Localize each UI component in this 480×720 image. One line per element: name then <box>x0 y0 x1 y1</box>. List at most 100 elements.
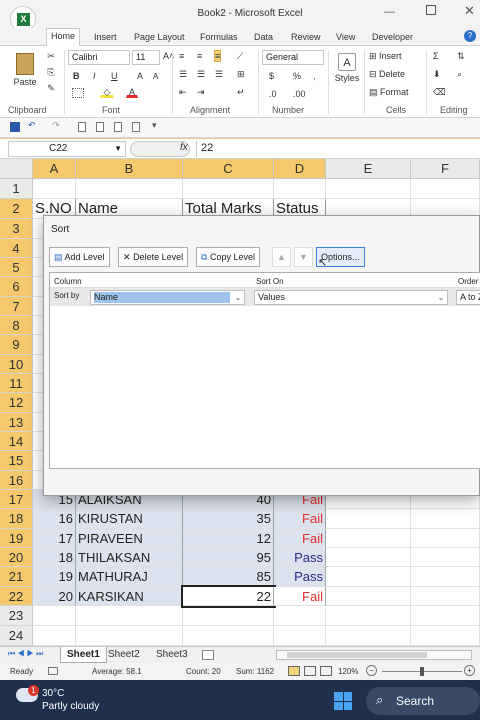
copy-icon[interactable]: ⎘ <box>44 66 58 80</box>
select-all-corner[interactable] <box>0 159 33 179</box>
font-color-icon[interactable]: A <box>126 86 138 98</box>
grid-cell[interactable] <box>33 606 76 626</box>
tab-data[interactable]: Data <box>250 30 277 44</box>
zoom-slider[interactable] <box>382 667 462 676</box>
delete-level-button[interactable]: ✕ Delete Level <box>118 247 189 267</box>
taskbar-search[interactable]: ⌕ Search <box>366 687 480 715</box>
cell-sno[interactable]: 19 <box>33 567 76 587</box>
cell-marks[interactable]: 85 <box>183 567 274 587</box>
sheet-tab-1[interactable]: Sheet1 <box>60 647 107 663</box>
grid-cell[interactable] <box>33 626 76 646</box>
normal-view-icon[interactable] <box>288 666 300 676</box>
increase-decimal-icon[interactable]: .0 <box>268 88 278 100</box>
zoom-in-icon[interactable]: + <box>464 665 475 676</box>
row-header[interactable]: 2 <box>0 199 33 219</box>
align-right-icon[interactable]: ☰ <box>214 68 224 81</box>
align-left-icon[interactable]: ☰ <box>178 68 188 81</box>
column-header-e[interactable]: E <box>326 159 411 179</box>
row-header[interactable]: 18 <box>0 509 33 529</box>
clear-icon[interactable]: ⌫ <box>432 86 447 99</box>
grid-cell[interactable] <box>326 606 411 626</box>
grid-cell[interactable] <box>326 567 411 587</box>
sheet-nav-icon[interactable]: ⏮ ◀ ▶ ⏭ <box>8 649 43 659</box>
sort-filter-icon[interactable]: ⇅ <box>456 50 466 63</box>
grow-font-icon[interactable]: A˄ <box>162 50 175 62</box>
tab-view[interactable]: View <box>332 30 359 44</box>
row-header[interactable]: 8 <box>0 316 33 335</box>
sort-on-select[interactable]: Values ⌄ <box>254 290 448 305</box>
grid-cell[interactable] <box>411 567 480 587</box>
cell-name[interactable]: KIRUSTAN <box>76 509 183 529</box>
column-header-d[interactable]: D <box>274 159 326 179</box>
grid-cell[interactable] <box>326 626 411 646</box>
cell-marks[interactable]: 95 <box>183 548 274 567</box>
row-header[interactable]: 1 <box>0 179 33 199</box>
grid-cell[interactable] <box>274 179 326 199</box>
row-header[interactable]: 16 <box>0 471 33 490</box>
close-icon[interactable]: ✕ <box>464 3 475 19</box>
grid-cell[interactable] <box>326 587 411 606</box>
cell-status[interactable]: Fail <box>274 529 326 548</box>
row-header[interactable]: 9 <box>0 335 33 355</box>
help-icon[interactable]: ? <box>464 30 476 42</box>
save-icon[interactable] <box>10 122 20 132</box>
new-sheet-icon[interactable] <box>202 650 214 660</box>
open-icon[interactable] <box>96 122 104 132</box>
column-header-b[interactable]: B <box>76 159 183 179</box>
scroll-thumb[interactable] <box>287 652 427 658</box>
cell-status[interactable]: Pass <box>274 567 326 587</box>
cell-name[interactable]: KARSIKAN <box>76 587 183 606</box>
grid-cell[interactable] <box>76 626 183 646</box>
cell-name[interactable]: THILAKSAN <box>76 548 183 567</box>
grid-cell[interactable] <box>326 529 411 548</box>
fill-color-icon[interactable]: ◇ <box>100 86 114 98</box>
sheet-tab-3[interactable]: Sheet3 <box>156 649 188 660</box>
row-header[interactable]: 12 <box>0 393 33 413</box>
cut-icon[interactable]: ✂ <box>44 50 58 64</box>
italic-icon[interactable]: I <box>92 70 97 82</box>
row-header[interactable]: 20 <box>0 548 33 567</box>
cell-sno[interactable]: 16 <box>33 509 76 529</box>
row-header[interactable]: 17 <box>0 490 33 509</box>
tab-formulas[interactable]: Formulas <box>196 30 242 44</box>
increase-indent-icon[interactable]: ⇥ <box>196 86 206 99</box>
format-cells-button[interactable]: ▤ Format <box>368 86 410 99</box>
borders-icon[interactable] <box>72 88 84 98</box>
row-header[interactable]: 13 <box>0 413 33 432</box>
grid-cell[interactable] <box>183 626 274 646</box>
fill-icon[interactable]: ⬇ <box>432 68 442 81</box>
number-format-select[interactable]: General <box>262 50 324 65</box>
align-top-icon[interactable]: ≡ <box>178 50 185 62</box>
grid-cell[interactable] <box>411 179 480 199</box>
grid-cell[interactable] <box>411 587 480 606</box>
tab-developer[interactable]: Developer <box>368 30 417 44</box>
paste-button[interactable]: Paste <box>10 50 40 98</box>
sheet-tab-2[interactable]: Sheet2 <box>108 649 140 660</box>
font-size-up-icon[interactable]: A <box>136 70 144 82</box>
row-header[interactable]: 7 <box>0 297 33 316</box>
name-box-dropdown-icon[interactable]: ▼ <box>114 142 122 156</box>
underline-icon[interactable]: U <box>110 70 119 82</box>
cell-status[interactable]: Fail <box>274 587 326 606</box>
grid-cell[interactable] <box>326 179 411 199</box>
row-header[interactable]: 19 <box>0 529 33 548</box>
undo-icon[interactable]: ↶ <box>28 120 36 131</box>
font-size-down-icon[interactable]: A <box>152 71 159 82</box>
comma-icon[interactable]: , <box>312 70 317 82</box>
delete-cells-button[interactable]: ⊟ Delete <box>368 68 406 81</box>
cell-status[interactable]: Fail <box>274 509 326 529</box>
column-header-c[interactable]: C <box>183 159 274 179</box>
grid-cell[interactable] <box>411 606 480 626</box>
font-size-select[interactable]: 11 <box>132 50 160 65</box>
merge-icon[interactable]: ⊞ <box>236 68 246 81</box>
move-down-button[interactable]: ▼ <box>294 247 313 267</box>
row-header[interactable]: 10 <box>0 355 33 374</box>
styles-button[interactable]: A Styles <box>332 50 362 98</box>
decrease-indent-icon[interactable]: ⇤ <box>178 86 188 99</box>
row-header[interactable]: 11 <box>0 374 33 393</box>
autosum-icon[interactable]: Σ <box>432 50 440 62</box>
cell-name[interactable]: MATHURAJ <box>76 567 183 587</box>
macro-record-icon[interactable] <box>48 667 58 675</box>
grid-cell[interactable] <box>76 179 183 199</box>
preview-icon[interactable] <box>132 122 140 132</box>
